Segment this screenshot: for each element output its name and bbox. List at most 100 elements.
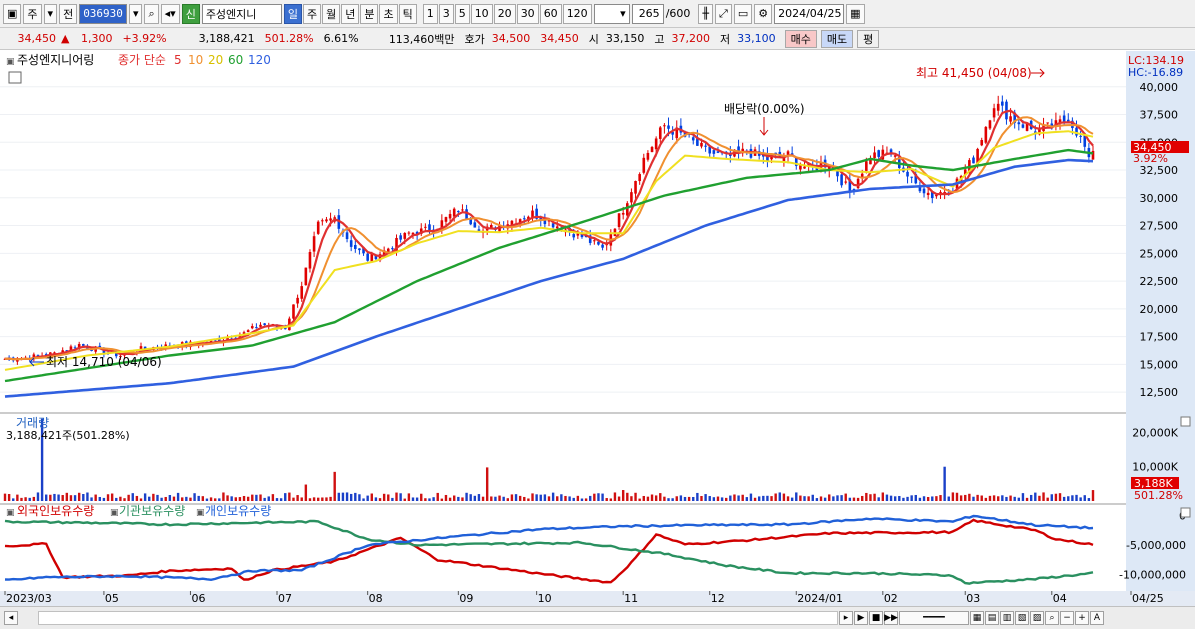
zoom-in-icon[interactable]: + [1075,611,1089,625]
volume-bar [1075,494,1078,501]
x-tick-label: 06 [191,592,205,605]
date-input[interactable]: 2024/04/25 [774,3,845,24]
volume-bar [358,494,361,501]
volume-bar [609,498,613,501]
volume-bar [213,498,217,501]
speaker-icon[interactable]: ◂▾ [160,3,180,24]
prev-button[interactable]: 전 [59,3,78,24]
period-button-4[interactable]: 분 [360,3,379,24]
volume-bar [1046,497,1049,501]
volume-bar [337,492,341,501]
volume-bar [807,496,810,501]
volume-bar [531,493,534,501]
stock-chart[interactable]: 12,500 15,000 17,500 20,000 22,500 25,000 27,5… [0,51,1195,606]
interval-button-0[interactable]: 1 [422,3,438,24]
candle-icon[interactable]: ╫ [698,3,714,24]
expand-icon[interactable]: ⤢ [715,3,732,24]
zoom-icon[interactable]: ⌕ [1045,611,1059,625]
amount: 113,460백만 [388,32,455,46]
grid2-icon[interactable]: ▤ [985,611,999,625]
period-button-2[interactable]: 월 [322,3,341,24]
eval-button[interactable]: 평 [857,29,880,48]
candle-body [1021,124,1025,128]
interval-button-1[interactable]: 3 [438,3,454,24]
candle-body [296,297,299,304]
volume-bar [1001,495,1004,501]
scroll-right-icon[interactable]: ▸ [839,611,853,625]
forward-icon[interactable]: ▶▶ [884,611,898,625]
volume-bar [494,496,497,501]
volume-bar [1067,496,1070,501]
play-icon[interactable]: ▶ [854,611,868,625]
volume-bar [547,496,551,501]
save-icon[interactable]: ▭ [733,3,753,24]
volume-bar [712,497,716,501]
interval-button-6[interactable]: 60 [539,3,562,24]
ask: 34,450 [540,32,579,45]
grid-icon[interactable]: ▦ [970,611,984,625]
panel3-icon[interactable]: ▨ [1030,611,1044,625]
period-button-3[interactable]: 년 [341,3,360,24]
volume-bar [560,494,563,501]
candle-body [490,225,493,228]
stock-code-input[interactable]: 036930 [79,3,127,24]
panel-icon[interactable]: ▥ [1000,611,1014,625]
period-button-5[interactable]: 초 [379,3,398,24]
x-tick-label: 03 [966,592,980,605]
holding-legend: ▣ 외국인보유수량 ▣ 기관보유수량 ▣ 개인보유수량 [6,504,271,518]
volume-bar [279,498,283,501]
chevron-down-icon[interactable]: ▾ [128,3,143,24]
x-axis-panel [0,591,1195,606]
volume-bar [939,495,942,501]
x-tick-label: 2023/03 [6,592,52,605]
holding-close-icon[interactable] [1180,507,1191,518]
table-icon[interactable] [8,71,22,84]
period-button-1[interactable]: 주 [302,3,322,24]
volume-bar [988,495,992,501]
calendar-icon[interactable]: ▦ [846,3,865,24]
panel2-icon[interactable]: ▧ [1015,611,1029,625]
font-icon[interactable]: A [1090,611,1104,625]
volume-bar [152,493,155,501]
interval-button-4[interactable]: 20 [493,3,516,24]
volume-bar [968,493,971,501]
volume-bar [399,493,402,501]
scrollbar[interactable] [38,611,838,625]
candle-body [366,253,369,261]
candle-body [473,222,477,228]
count-input[interactable]: 265 [631,3,664,24]
interval-button-2[interactable]: 5 [454,3,470,24]
y-tick-label: 30,000 [1140,192,1179,205]
candle-body [255,327,258,329]
gear-icon[interactable]: ⚙ [754,3,773,24]
bid-label: 호가 [464,32,485,46]
interval-button-3[interactable]: 10 [470,3,493,24]
volume-bar [873,493,876,501]
bid: 34,500 [491,32,531,45]
stop-icon[interactable]: ■ [869,611,883,625]
scroll-left-icon[interactable]: ◂ [4,611,18,625]
volume-bar [325,497,328,501]
sell-button[interactable]: 매도 [820,29,854,48]
candle-body [992,108,996,118]
interval-button-5[interactable]: 30 [516,3,539,24]
period-button-6[interactable]: 틱 [398,3,417,24]
interval-custom[interactable]: ▾ [593,3,630,24]
period-button-0[interactable]: 일 [283,3,302,24]
y-tick-label: 25,000 [1140,247,1179,260]
search-icon[interactable]: ⌕ [144,3,159,24]
volume-bar [926,496,930,501]
volume-bar [234,497,237,501]
buy-button[interactable]: 매수 [784,29,817,48]
interval-button-7[interactable]: 120 [562,3,592,24]
volume-bar [110,493,114,501]
zoom-out-icon[interactable]: − [1060,611,1074,625]
volume-bar [815,498,819,501]
slider-icon[interactable]: ━━━━ [899,611,969,625]
dropdown-icon[interactable]: ▾ [43,3,58,24]
volume-bar [469,494,472,501]
volume-close-icon[interactable] [1180,416,1191,427]
layout-icon[interactable]: ▣ [3,3,22,24]
market-select[interactable]: 주 [23,3,42,24]
volume-bar [251,494,254,501]
